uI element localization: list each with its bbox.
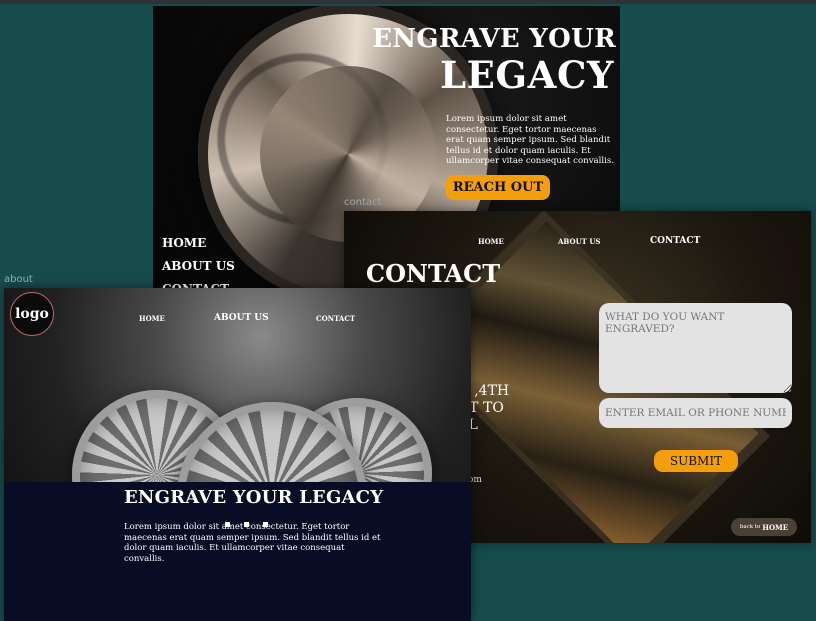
nav-contact-link[interactable]: CONTACT xyxy=(316,314,355,323)
back-to-home-button[interactable]: back to HOME xyxy=(731,518,797,536)
email-phone-field[interactable] xyxy=(599,398,792,428)
about-frame-label: about xyxy=(4,274,33,285)
nav-home-link[interactable]: HOME xyxy=(478,237,504,246)
logo[interactable]: logo xyxy=(10,292,54,336)
hero-description: Lorem ipsum dolor sit amet consectetur. … xyxy=(446,114,615,166)
submit-button[interactable]: SUBMIT xyxy=(654,450,738,472)
about-hero-image: logo HOME ABOUT US CONTACT xyxy=(4,288,471,482)
nav-contact-link[interactable]: CONTACT xyxy=(650,236,700,246)
reach-out-button[interactable]: REACH OUT xyxy=(446,175,550,200)
engrave-request-field[interactable] xyxy=(599,303,792,393)
about-title: ENGRAVE YOUR LEGACY xyxy=(124,487,384,508)
nav-about-link[interactable]: ABOUT US xyxy=(214,313,269,323)
home-nav: HOME ABOUT US CONTACT xyxy=(162,232,235,296)
nav-about-link[interactable]: ABOUT US xyxy=(558,237,601,246)
hero-title-line1: ENGRAVE YOUR xyxy=(372,24,616,54)
back-target: HOME xyxy=(762,522,789,532)
about-frame: logo HOME ABOUT US CONTACT ENGRAVE YOUR … xyxy=(4,288,471,621)
top-bar xyxy=(0,0,816,4)
nav-about-link[interactable]: ABOUT US xyxy=(162,255,235,278)
contact-nav: HOME ABOUT US CONTACT xyxy=(344,236,811,250)
contact-frame-label: contact xyxy=(344,197,382,208)
nav-home-link[interactable]: HOME xyxy=(139,314,165,323)
about-description: Lorem ipsum dolor sit amet consectetur. … xyxy=(124,522,381,564)
hero-title-line2: LEGACY xyxy=(440,53,614,97)
nav-home-link[interactable]: HOME xyxy=(162,232,235,255)
contact-title: CONTACT xyxy=(366,259,501,288)
back-prefix: back to xyxy=(739,524,761,530)
